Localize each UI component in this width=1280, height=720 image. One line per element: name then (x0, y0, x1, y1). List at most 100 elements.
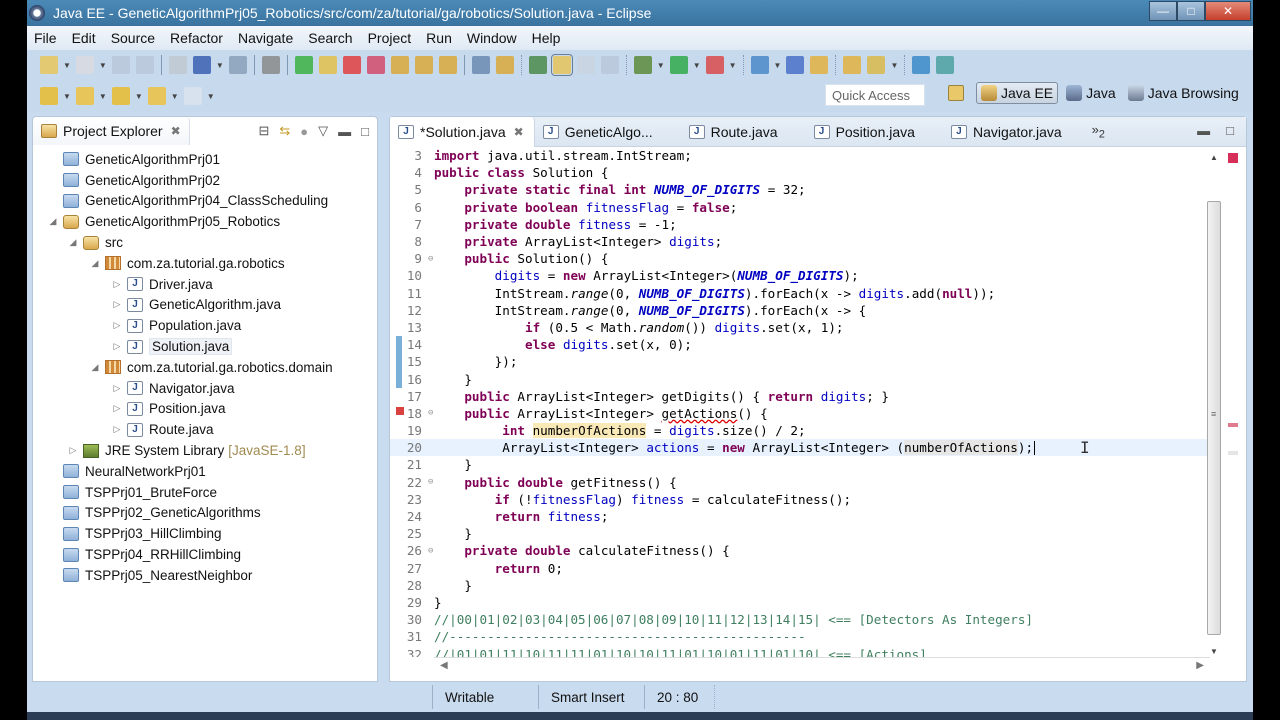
minimize-editor-icon[interactable]: ▬ (1197, 123, 1210, 138)
new-project-icon[interactable] (75, 56, 94, 74)
code-line[interactable]: 11 IntStream.range(0, NUMB_OF_DIGITS).fo… (390, 285, 1210, 302)
menu-project[interactable]: Project (368, 30, 412, 46)
dropdown-arrow-icon[interactable]: ▼ (657, 61, 665, 70)
tree-item[interactable]: ▷ J Driver.java (33, 274, 377, 295)
code-line[interactable]: 16 } (390, 370, 1210, 387)
collapsed-arrow-icon[interactable]: ▷ (111, 341, 123, 352)
error-indicator-icon[interactable] (1228, 153, 1238, 163)
terminate-icon[interactable] (342, 56, 361, 74)
tree-item[interactable]: ◢ com.za.tutorial.ga.robotics (33, 253, 377, 274)
console-icon[interactable] (228, 56, 247, 74)
scrollbar-thumb[interactable]: ≡ (1207, 201, 1221, 635)
code-line[interactable]: 7 private double fitness = -1; (390, 216, 1210, 233)
open-type-icon[interactable] (192, 56, 211, 74)
dropdown-arrow-icon[interactable]: ▼ (135, 92, 143, 101)
code-line[interactable]: 14 else digits.set(x, 0); (390, 336, 1210, 353)
close-icon[interactable]: ✖ (171, 124, 181, 138)
vertical-scrollbar[interactable]: ▲ ≡ ▼ (1206, 153, 1222, 661)
minimize-button[interactable]: — (1149, 1, 1177, 21)
search-icon[interactable] (867, 56, 886, 74)
dropdown-arrow-icon[interactable]: ▼ (99, 92, 107, 101)
globe-icon[interactable] (912, 56, 931, 74)
editor-tab[interactable]: J Route.java (681, 117, 788, 147)
tree-item[interactable]: GeneticAlgorithmPrj02 (33, 170, 377, 191)
collapse-all-icon[interactable]: ⊟ (258, 123, 269, 139)
team-sync-icon[interactable] (936, 56, 955, 74)
code-line[interactable]: 5 private static final int NUMB_OF_DIGIT… (390, 181, 1210, 198)
menu-help[interactable]: Help (532, 30, 561, 46)
toggle-mark-occurrences-icon[interactable] (528, 56, 547, 74)
dropdown-arrow-icon[interactable]: ▼ (63, 92, 71, 101)
code-line[interactable]: 27 return 0; (390, 560, 1210, 577)
tree-item[interactable]: GeneticAlgorithmPrj01 (33, 149, 377, 170)
view-menu-icon[interactable]: ▽ (318, 123, 328, 139)
code-line[interactable]: 28 } (390, 577, 1210, 594)
code-line[interactable]: 13 if (0.5 < Math.random()) digits.set(x… (390, 319, 1210, 336)
link-with-editor-icon[interactable]: ⇆ (279, 123, 290, 139)
tree-item[interactable]: ▷ J Population.java (33, 315, 377, 336)
code-line[interactable]: 3 import java.util.stream.IntStream; (390, 147, 1210, 164)
close-tab-icon[interactable]: ✖ (514, 125, 524, 139)
forward-icon[interactable] (183, 87, 202, 105)
dropdown-arrow-icon[interactable]: ▼ (63, 61, 71, 70)
dropdown-arrow-icon[interactable]: ▼ (774, 61, 782, 70)
fold-icon[interactable]: ⊖ (428, 254, 433, 264)
perspective-java[interactable]: Java (1062, 83, 1120, 103)
tree-item[interactable]: ▷ J Navigator.java (33, 378, 377, 399)
menu-file[interactable]: File (34, 30, 57, 46)
block-selection-icon[interactable] (576, 56, 595, 74)
tree-item[interactable]: ◢ GeneticAlgorithmPrj05_Robotics (33, 211, 377, 232)
run-server-icon[interactable] (705, 56, 724, 74)
overview-ruler[interactable] (1228, 153, 1240, 661)
scroll-left-icon[interactable]: ◀ (440, 660, 448, 671)
prev-annotation-icon[interactable] (75, 87, 94, 105)
resume-icon[interactable] (294, 56, 313, 74)
open-folder-icon[interactable] (843, 56, 862, 74)
close-button[interactable]: ✕ (1205, 1, 1251, 21)
suspend-icon[interactable] (318, 56, 337, 74)
new-java-class-icon[interactable] (786, 56, 805, 74)
toggle-highlight-icon[interactable] (550, 54, 573, 76)
code-line[interactable]: 8 private ArrayList<Integer> digits; (390, 233, 1210, 250)
project-explorer-tab[interactable]: Project Explorer ✖ (33, 117, 190, 145)
editor-tab[interactable]: J Navigator.java (943, 117, 1072, 147)
back-icon[interactable] (147, 87, 166, 105)
code-line[interactable]: 32 //|01|01|11|10|11|11|01|10|10|11|01|10… (390, 645, 1210, 657)
skip-breakpoints-icon[interactable] (261, 56, 280, 74)
show-whitespace-icon[interactable] (600, 56, 619, 74)
code-line[interactable]: 29} (390, 594, 1210, 611)
open-project-icon[interactable] (810, 56, 829, 74)
perspective-java-ee[interactable]: Java EE (976, 82, 1059, 104)
editor-tab[interactable]: J *Solution.java ✖ (390, 116, 535, 147)
code-line[interactable]: 4 public class Solution { (390, 164, 1210, 181)
tree-item[interactable]: ▷ J Route.java (33, 419, 377, 440)
open-perspective-icon[interactable] (948, 85, 964, 101)
dropdown-arrow-icon[interactable]: ▼ (99, 61, 107, 70)
menu-edit[interactable]: Edit (72, 30, 96, 46)
maximize-view-icon[interactable]: □ (361, 124, 369, 139)
scroll-up-icon[interactable]: ▲ (1206, 153, 1222, 167)
dropdown-arrow-icon[interactable]: ▼ (729, 61, 737, 70)
new-web-service-icon[interactable] (750, 56, 769, 74)
save-all-icon[interactable] (135, 56, 154, 74)
expanded-arrow-icon[interactable]: ◢ (67, 237, 79, 248)
menu-source[interactable]: Source (111, 30, 155, 46)
dropdown-arrow-icon[interactable]: ▼ (890, 61, 898, 70)
scroll-right-icon[interactable]: ▶ (1196, 660, 1204, 671)
code-line[interactable]: 24 return fitness; (390, 508, 1210, 525)
code-line[interactable]: 6 private boolean fitnessFlag = false; (390, 199, 1210, 216)
collapsed-arrow-icon[interactable]: ▷ (111, 424, 123, 435)
tree-item[interactable]: ▷ JRE System Library [JavaSE-1.8] (33, 440, 377, 461)
fold-icon[interactable]: ⊖ (428, 408, 433, 418)
minimize-view-icon[interactable]: ▬ (338, 124, 351, 139)
new-icon[interactable] (40, 56, 58, 74)
code-line[interactable]: 22 ⊖ public double getFitness() { (390, 474, 1210, 491)
tree-item[interactable]: ▷ J GeneticAlgorithm.java (33, 295, 377, 316)
tree-item[interactable]: GeneticAlgorithmPrj04_ClassScheduling (33, 191, 377, 212)
perspective-java-browsing[interactable]: Java Browsing (1124, 83, 1243, 103)
code-line[interactable]: 19 int numberOfActions = digits.size() /… (390, 422, 1210, 439)
code-line[interactable]: 10 digits = new ArrayList<Integer>(NUMB_… (390, 267, 1210, 284)
expanded-arrow-icon[interactable]: ◢ (89, 362, 101, 373)
menu-search[interactable]: Search (308, 30, 352, 46)
collapsed-arrow-icon[interactable]: ▷ (111, 299, 123, 310)
